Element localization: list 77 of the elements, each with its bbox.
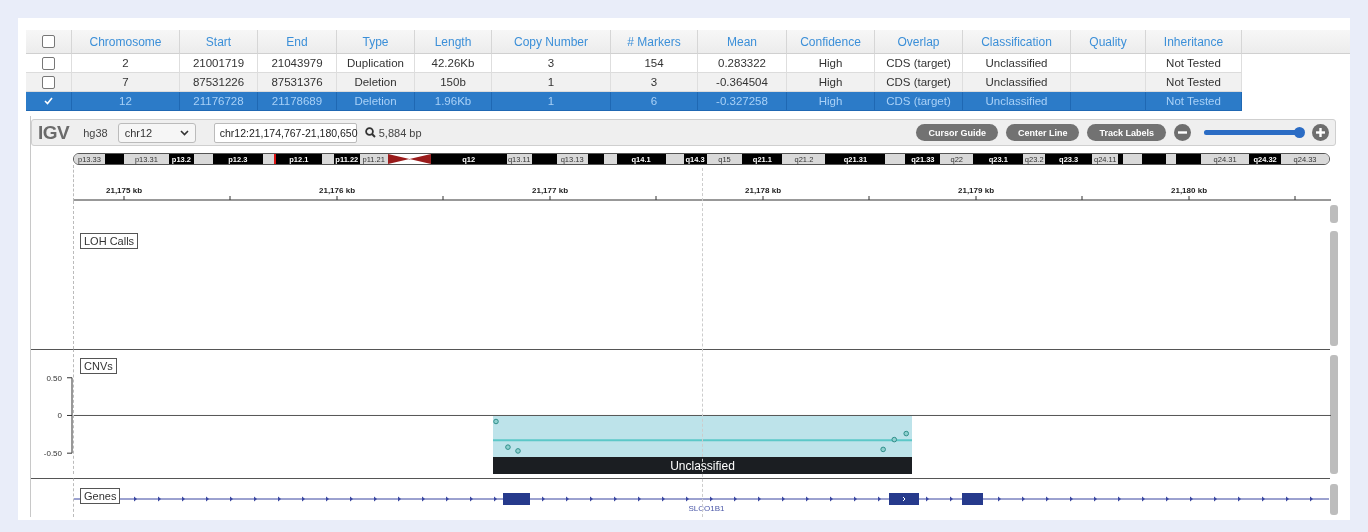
ruler-label: 21,175 kb	[106, 186, 142, 195]
zoom-in-icon[interactable]	[1312, 124, 1329, 141]
table-cell: CDS (target)	[875, 92, 963, 111]
column-header[interactable]: Overlap	[875, 30, 963, 54]
checkbox[interactable]	[42, 56, 55, 70]
toolbar-button[interactable]: Cursor Guide	[916, 124, 998, 141]
table-row[interactable]: 2 21001719 21043979 Duplication 42.26Kb 3 154 0.283322 High CDS (target) Unclassified Not Tested	[26, 54, 1242, 73]
ruler-label: 21,179 kb	[958, 186, 994, 195]
marker-point	[493, 418, 499, 425]
segment-label: Unclassified	[670, 459, 735, 473]
logo: IGV	[38, 121, 70, 144]
axis-label: 0	[57, 411, 62, 421]
centromere-icon	[387, 154, 431, 164]
chromosome-band	[885, 154, 906, 164]
column-header[interactable]: Inheritance	[1146, 30, 1242, 54]
scrollbar[interactable]	[1330, 205, 1338, 223]
table-cell: 6	[611, 92, 698, 111]
search-icon[interactable]	[364, 127, 376, 138]
table-cell: Unclassified	[963, 92, 1071, 111]
toolbar-button[interactable]: Center Line	[1005, 124, 1080, 141]
table-cell: -0.327258	[698, 92, 787, 111]
column-header[interactable]: Length	[415, 30, 492, 54]
ruler-label: 21,177 kb	[532, 186, 568, 195]
column-header[interactable]: Classification	[963, 30, 1071, 54]
table-cell: 21176728	[180, 92, 258, 111]
table-row[interactable]: 12 21176728 21178689 Deletion 1.96Kb 1 6 -0.327258 High CDS (target) Unclassified Not Tested	[26, 92, 1242, 111]
scrollbar[interactable]	[1330, 355, 1338, 474]
zoom-out-icon[interactable]	[1174, 124, 1191, 141]
column-header[interactable]: Quality	[1071, 30, 1146, 54]
toolbar-button[interactable]: Track Labels	[1087, 124, 1166, 141]
checkbox[interactable]	[42, 35, 55, 48]
column-header[interactable]: Chromosome	[72, 30, 180, 54]
table-cell: Deletion	[337, 92, 415, 111]
chromosome-band	[587, 154, 604, 164]
chevron-down-icon	[179, 129, 189, 136]
width-label: 5,884 bp	[378, 126, 422, 139]
ruler-label: 21,176 kb	[319, 186, 355, 195]
table-cell: High	[787, 92, 875, 111]
table-row[interactable]: 7 87531226 87531376 Deletion 150b 1 3 -0.364504 High CDS (target) Unclassified Not Tested	[26, 73, 1242, 92]
table-cell: 12	[72, 92, 180, 111]
axis-label: 0.50	[46, 373, 62, 383]
gene-name[interactable]: SLCO1B1	[688, 504, 725, 513]
track-label: LOH Calls	[80, 233, 139, 249]
locus-field[interactable]: chr12:21,174,767-21,180,650	[213, 122, 357, 143]
track-label: Genes	[80, 488, 121, 504]
genome-label: hg38	[83, 126, 108, 139]
column-header[interactable]: Mean	[698, 30, 787, 54]
marker-point	[515, 448, 521, 454]
column-header[interactable]: Confidence	[787, 30, 875, 54]
table-cell: 1	[492, 92, 611, 111]
chromosome-band	[531, 154, 557, 164]
slider-thumb[interactable]	[1293, 127, 1305, 138]
axis-label: -0.50	[43, 449, 62, 459]
chromosome-band	[321, 154, 334, 164]
track-label: CNVs	[80, 358, 117, 374]
chromosome-band	[665, 154, 684, 164]
ruler-label: 21,178 kb	[745, 186, 781, 195]
scrollbar[interactable]	[1330, 484, 1338, 515]
table-cell: 1.96Kb	[415, 92, 492, 111]
marker-point	[505, 444, 511, 450]
ruler-label: 21,180 kb	[1171, 186, 1207, 195]
chromosome-band	[104, 154, 124, 164]
marker-point	[903, 430, 910, 437]
chromosome-select[interactable]: chr12	[117, 122, 196, 143]
column-header[interactable]: Copy Number	[492, 30, 611, 54]
marker-point	[880, 446, 886, 453]
column-header[interactable]: Type	[337, 30, 415, 54]
scrollbar[interactable]	[1330, 231, 1338, 346]
checkbox[interactable]	[42, 75, 55, 89]
column-header[interactable]: Start	[180, 30, 258, 54]
table-cell: Not Tested	[1146, 92, 1242, 111]
chromosome-band	[193, 154, 213, 164]
table-cell: 21178689	[258, 92, 337, 111]
column-header[interactable]: # Markers	[611, 30, 698, 54]
marker-point	[891, 436, 898, 443]
column-header[interactable]: End	[258, 30, 337, 54]
chromosome-band	[603, 154, 617, 164]
